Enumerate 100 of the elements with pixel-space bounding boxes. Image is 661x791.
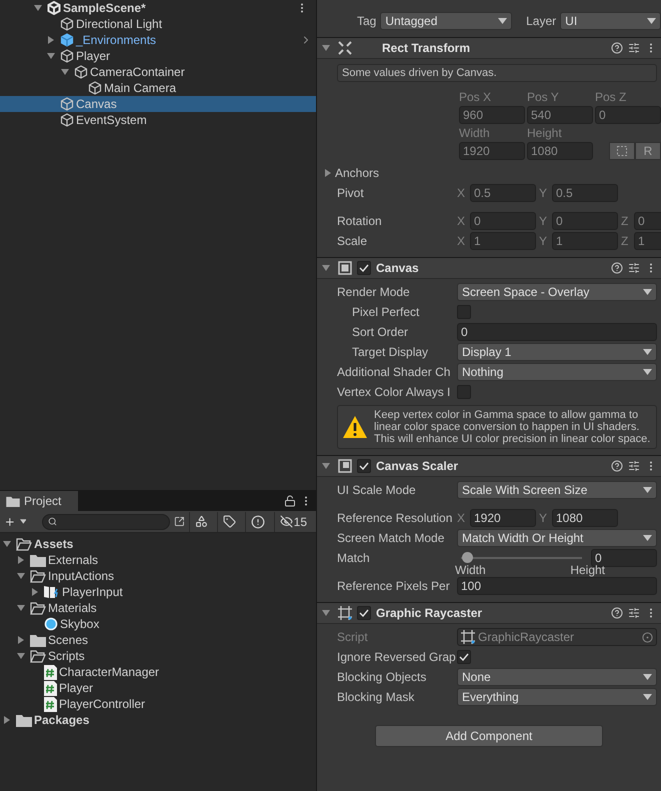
project-row[interactable]: PlayerInput <box>0 584 316 600</box>
component-header[interactable]: Canvas <box>317 257 661 279</box>
number-field[interactable]: 1 <box>470 232 536 250</box>
property-label: Additional Shader Ch <box>337 365 452 379</box>
project-row[interactable]: PlayerController <box>0 696 316 712</box>
object-field[interactable]: GraphicRaycaster <box>457 628 657 646</box>
hierarchy-row[interactable]: Canvas <box>0 96 316 112</box>
axis-label: X <box>457 234 466 248</box>
help-icon[interactable] <box>611 460 623 472</box>
hidden-packages-button[interactable]: 15 <box>274 512 312 532</box>
component-header[interactable]: Rect Transform <box>317 37 661 59</box>
expanded-arrow-icon[interactable] <box>16 571 26 581</box>
number-field[interactable]: 1080 <box>552 509 618 527</box>
number-field[interactable]: 960 <box>459 106 525 124</box>
project-row[interactable]: Materials <box>0 600 316 616</box>
hierarchy-row[interactable]: EventSystem <box>0 112 316 128</box>
dropdown[interactable]: Everything <box>457 688 657 706</box>
search-window-icon[interactable] <box>174 515 185 528</box>
number-field[interactable]: 0 <box>634 212 661 230</box>
expanded-arrow-icon[interactable] <box>321 608 331 618</box>
dropdown[interactable]: Screen Space - Overlay <box>457 283 657 301</box>
help-icon[interactable] <box>611 607 623 619</box>
input-field[interactable]: 0 <box>457 323 657 341</box>
project-row[interactable]: Packages <box>0 712 316 728</box>
expanded-arrow-icon[interactable] <box>46 51 56 61</box>
hierarchy-row[interactable]: CameraContainer <box>0 64 316 80</box>
hierarchy-row[interactable]: _Environments <box>0 32 316 48</box>
sliders-icon[interactable] <box>628 607 640 619</box>
sliders-icon[interactable] <box>628 42 640 54</box>
expanded-arrow-icon[interactable] <box>16 603 26 613</box>
project-row[interactable]: Externals <box>0 552 316 568</box>
checkbox[interactable] <box>357 261 371 275</box>
layer-dropdown[interactable]: UI <box>560 12 661 30</box>
blueprint-button[interactable] <box>609 142 635 160</box>
collapsed-arrow-icon[interactable] <box>2 715 12 725</box>
project-row[interactable]: Player <box>0 680 316 696</box>
dropdown[interactable]: None <box>457 668 657 686</box>
number-field[interactable]: 540 <box>527 106 593 124</box>
number-field[interactable]: 1080 <box>527 142 593 160</box>
input-field[interactable]: 100 <box>457 577 657 595</box>
checkbox[interactable] <box>357 459 371 473</box>
project-row[interactable]: Scenes <box>0 632 316 648</box>
dropdown[interactable]: Match Width Or Height <box>457 529 657 547</box>
expanded-arrow-icon[interactable] <box>321 263 331 273</box>
caret-icon[interactable] <box>20 519 26 524</box>
number-field[interactable]: 1920 <box>470 509 536 527</box>
sliders-icon[interactable] <box>628 460 640 472</box>
sliders-icon[interactable] <box>628 262 640 274</box>
lock-icon[interactable] <box>284 495 296 507</box>
collapsed-arrow-icon[interactable] <box>323 168 333 178</box>
number-field[interactable]: 0.5 <box>552 184 618 202</box>
number-field[interactable]: 0 <box>595 106 661 124</box>
expanded-arrow-icon[interactable] <box>33 3 43 13</box>
expanded-arrow-icon[interactable] <box>2 539 12 549</box>
anchors-foldout[interactable]: Anchors <box>335 166 380 180</box>
item-label: Packages <box>34 713 90 727</box>
number-field[interactable]: 0.5 <box>470 184 536 202</box>
project-row[interactable]: Assets <box>0 536 316 552</box>
property-label: Scale <box>337 234 368 248</box>
help-icon[interactable] <box>611 42 623 54</box>
number-field[interactable]: 1920 <box>459 142 525 160</box>
cube-icon <box>60 33 74 47</box>
component-header[interactable]: Canvas Scaler <box>317 455 661 477</box>
collapsed-arrow-icon[interactable] <box>16 555 26 565</box>
number-field[interactable]: 0 <box>470 212 536 230</box>
hierarchy-row[interactable]: Directional Light <box>0 16 316 32</box>
collapsed-arrow-icon[interactable] <box>16 635 26 645</box>
slider-thumb[interactable] <box>462 552 473 563</box>
target-icon[interactable] <box>642 632 653 642</box>
number-field[interactable]: 0 <box>552 212 618 230</box>
collapsed-arrow-icon[interactable] <box>30 587 40 597</box>
project-row[interactable]: InputActions <box>0 568 316 584</box>
number-field[interactable]: 1 <box>552 232 618 250</box>
collapsed-arrow-icon[interactable] <box>46 35 56 45</box>
tag-dropdown[interactable]: Untagged <box>380 12 512 30</box>
checkbox[interactable] <box>357 606 371 620</box>
project-tab[interactable]: Project <box>0 491 78 511</box>
project-row[interactable]: CharacterManager <box>0 664 316 680</box>
expanded-arrow-icon[interactable] <box>60 67 70 77</box>
dropdown[interactable]: Display 1 <box>457 343 657 361</box>
checkbox[interactable] <box>457 305 471 319</box>
axis-label: Y <box>539 511 548 525</box>
search-field[interactable] <box>42 514 170 530</box>
axis-label: Z <box>621 234 630 248</box>
dropdown[interactable]: Scale With Screen Size <box>457 481 657 499</box>
dropdown[interactable]: Nothing <box>457 363 657 381</box>
project-row[interactable]: Skybox <box>0 616 316 632</box>
help-icon[interactable] <box>611 262 623 274</box>
checkbox[interactable] <box>457 385 471 399</box>
expanded-arrow-icon[interactable] <box>321 461 331 471</box>
project-row[interactable]: Scripts <box>0 648 316 664</box>
hierarchy-row[interactable]: Player <box>0 48 316 64</box>
component-title: Graphic Raycaster <box>376 606 484 620</box>
hierarchy-row[interactable]: Main Camera <box>0 80 316 96</box>
expanded-arrow-icon[interactable] <box>321 43 331 53</box>
add-component-button[interactable]: Add Component <box>375 725 603 747</box>
expanded-arrow-icon[interactable] <box>16 651 26 661</box>
number-field[interactable]: 1 <box>634 232 661 250</box>
component-header[interactable]: Graphic Raycaster <box>317 602 661 624</box>
checkbox[interactable] <box>457 650 471 664</box>
